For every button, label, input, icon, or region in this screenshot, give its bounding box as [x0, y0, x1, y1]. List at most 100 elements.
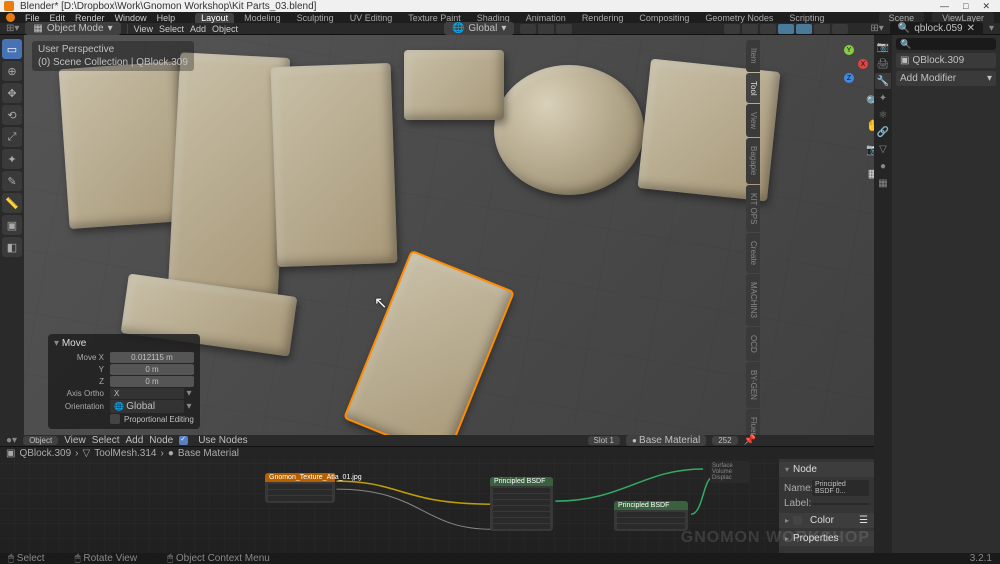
tab-script[interactable]: Scripting: [783, 13, 830, 23]
close-icon[interactable]: ✕: [967, 23, 975, 34]
tab-comp[interactable]: Compositing: [633, 13, 695, 23]
overlay-toggle-icon[interactable]: [742, 24, 758, 34]
npanel-tab-bagapie[interactable]: Bagapie: [746, 138, 760, 183]
properties-object[interactable]: ▣QBlock.309: [896, 53, 996, 68]
maximize-button[interactable]: □: [963, 1, 968, 11]
minimize-button[interactable]: —: [940, 1, 949, 11]
menu-file[interactable]: File: [25, 13, 40, 23]
tab-sculpting[interactable]: Sculpting: [291, 13, 340, 23]
shader-type-dropdown[interactable]: Object: [23, 436, 58, 445]
prop-tab-render[interactable]: 📷: [875, 39, 891, 55]
tab-uv[interactable]: UV Editing: [344, 13, 399, 23]
tab-render[interactable]: Rendering: [576, 13, 630, 23]
use-nodes-checkbox[interactable]: [179, 436, 188, 445]
npanel-tab-ocd[interactable]: OCD: [746, 327, 760, 361]
prop-tab-texture[interactable]: ▦: [875, 175, 891, 191]
tab-layout[interactable]: Layout: [195, 13, 234, 23]
principled-bsdf-node-1[interactable]: Principled BSDF: [490, 477, 553, 531]
tab-shading[interactable]: Shading: [471, 13, 516, 23]
tab-geo[interactable]: Geometry Nodes: [699, 13, 779, 23]
shading-solid-icon[interactable]: [796, 24, 812, 34]
snap-icon[interactable]: [538, 24, 554, 34]
axis-z-icon[interactable]: Z: [844, 73, 854, 83]
menu-render[interactable]: Render: [75, 13, 105, 23]
prop-tab-data[interactable]: ▽: [875, 141, 891, 157]
vp-menu-add[interactable]: Add: [190, 24, 206, 34]
material-dropdown[interactable]: ● Base Material: [626, 435, 706, 446]
cursor-tool[interactable]: ⊕: [2, 61, 22, 81]
mode-dropdown[interactable]: ▦ Object Mode ▾: [25, 22, 120, 35]
redo-panel[interactable]: ▾ Move Move X0.012115 m Y0 m Z0 m Axis O…: [48, 334, 200, 429]
annotate-tool[interactable]: ✎: [2, 171, 22, 191]
node-name-input[interactable]: Principled BSDF 0...: [812, 480, 869, 496]
measure-tool[interactable]: 📏: [2, 193, 22, 213]
npanel-tab-create[interactable]: Create: [746, 233, 760, 273]
preset-icon[interactable]: ☰: [859, 515, 868, 526]
node-menu-node[interactable]: Node: [149, 435, 173, 446]
prop-tab-material[interactable]: ●: [875, 158, 891, 174]
orientation-dropdown[interactable]: 🌐 Global ▾: [444, 22, 514, 35]
properties-search[interactable]: 🔍: [896, 38, 996, 50]
move-z-input[interactable]: 0 m: [110, 376, 194, 387]
axis-ortho-dropdown[interactable]: X: [110, 388, 184, 399]
gizmo-toggle-icon[interactable]: [724, 24, 740, 34]
xray-icon[interactable]: [760, 24, 776, 34]
editor-type-icon[interactable]: ●▾: [6, 435, 17, 446]
npanel-tab-view[interactable]: View: [746, 104, 760, 137]
shading-rendered-icon[interactable]: [832, 24, 848, 34]
add-tool[interactable]: ▣: [2, 215, 22, 235]
npanel-tab-tool[interactable]: Tool: [746, 73, 760, 104]
tab-texpaint[interactable]: Texture Paint: [402, 13, 467, 23]
pin-icon[interactable]: 📌: [744, 435, 756, 446]
blender-icon[interactable]: [6, 13, 15, 22]
scale-tool[interactable]: ⤢: [2, 127, 22, 147]
orientation-dropdown[interactable]: 🌐 Global: [110, 400, 184, 413]
prop-tab-constraint[interactable]: 🔗: [875, 124, 891, 140]
vp-menu-select[interactable]: Select: [159, 24, 184, 34]
prop-tab-physics[interactable]: ⚛: [875, 107, 891, 123]
add-modifier-button[interactable]: Add Modifier▾: [896, 71, 996, 86]
nav-gizmo[interactable]: X Y Z: [830, 45, 868, 83]
node-menu-view[interactable]: View: [64, 435, 86, 446]
node-color-header[interactable]: ▸Color☰: [779, 513, 874, 528]
prop-edit-icon[interactable]: [556, 24, 572, 34]
material-users[interactable]: 252: [712, 436, 737, 445]
principled-bsdf-node-2[interactable]: Principled BSDF: [614, 501, 688, 531]
shading-matprev-icon[interactable]: [814, 24, 830, 34]
rotate-tool[interactable]: ⟲: [2, 105, 22, 125]
outliner-search[interactable]: 🔍 qblock.059 ✕: [890, 22, 983, 35]
node-panel-header[interactable]: ▾Node: [779, 462, 874, 477]
editor-type-icon[interactable]: ⊞▾: [6, 23, 19, 34]
npanel-tab-bygen[interactable]: BY-GEN: [746, 362, 760, 408]
close-button[interactable]: ✕: [982, 1, 990, 12]
image-texture-node[interactable]: Gnomon_Texture_Atla_01.jpg: [265, 473, 335, 503]
shading-wireframe-icon[interactable]: [778, 24, 794, 34]
prop-edit-checkbox[interactable]: [110, 414, 120, 424]
npanel-tab-kitops[interactable]: KIT OPS: [746, 185, 760, 232]
prop-tab-modifier[interactable]: 🔧: [875, 73, 891, 89]
tab-anim[interactable]: Animation: [520, 13, 572, 23]
menu-help[interactable]: Help: [157, 13, 176, 23]
vp-menu-view[interactable]: View: [134, 24, 153, 34]
vp-menu-object[interactable]: Object: [212, 24, 238, 34]
transform-tool[interactable]: ✦: [2, 149, 22, 169]
node-menu-select[interactable]: Select: [92, 435, 120, 446]
npanel-tab-machin3[interactable]: MACHIN3: [746, 274, 760, 326]
node-label-input[interactable]: [812, 503, 869, 505]
prop-tab-particle[interactable]: ✦: [875, 90, 891, 106]
move-tool[interactable]: ✥: [2, 83, 22, 103]
pivot-icon[interactable]: [520, 24, 536, 34]
select-box-tool[interactable]: ▭: [2, 39, 22, 59]
material-output-node[interactable]: SurfaceVolumeDisplac: [710, 461, 750, 483]
menu-edit[interactable]: Edit: [50, 13, 66, 23]
npanel-tab-item[interactable]: Item: [746, 40, 760, 72]
move-x-input[interactable]: 0.012115 m: [110, 352, 194, 363]
node-menu-add[interactable]: Add: [125, 435, 143, 446]
outliner-icon[interactable]: ⊞▾: [870, 23, 883, 34]
extra-tool[interactable]: ◧: [2, 237, 22, 257]
tab-modeling[interactable]: Modeling: [238, 13, 287, 23]
axis-x-icon[interactable]: X: [858, 59, 868, 69]
move-y-input[interactable]: 0 m: [110, 364, 194, 375]
menu-window[interactable]: Window: [115, 13, 147, 23]
prop-tab-output[interactable]: 🖨: [875, 56, 891, 72]
